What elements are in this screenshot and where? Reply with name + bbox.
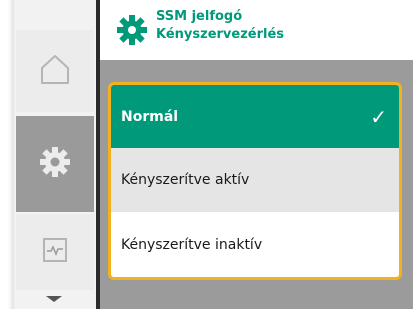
option-list: Normál ✓ Kényszerítve aktív Kényszerítve… <box>108 82 402 280</box>
screen: SSM jelfogó Kényszervezérlés Normál ✓ Ké… <box>0 0 413 309</box>
diagnostics-icon <box>41 236 69 268</box>
gear-icon <box>116 14 148 46</box>
option-label: Kényszerítve inaktív <box>121 236 263 253</box>
option-label: Kényszerítve aktív <box>121 172 250 188</box>
nav-item-diagnostics[interactable] <box>16 214 94 290</box>
option-forced-active[interactable]: Kényszerítve aktív <box>111 148 399 212</box>
page-title-line-1: SSM jelfogó <box>156 9 243 24</box>
nav-item-home[interactable] <box>16 30 94 112</box>
chevron-down-icon[interactable] <box>46 296 62 302</box>
settings-icon <box>37 144 73 184</box>
page-title: SSM jelfogó Kényszervezérlés <box>156 8 284 44</box>
nav-item-settings[interactable] <box>16 116 94 212</box>
home-icon <box>38 52 72 90</box>
option-label: Normál <box>121 108 179 125</box>
page-title-line-2: Kényszervezérlés <box>156 27 285 42</box>
option-normal[interactable]: Normál ✓ <box>111 85 399 148</box>
option-forced-inactive[interactable]: Kényszerítve inaktív <box>111 212 399 277</box>
checkmark-icon: ✓ <box>370 104 387 129</box>
header: SSM jelfogó Kényszervezérlés <box>100 0 413 60</box>
